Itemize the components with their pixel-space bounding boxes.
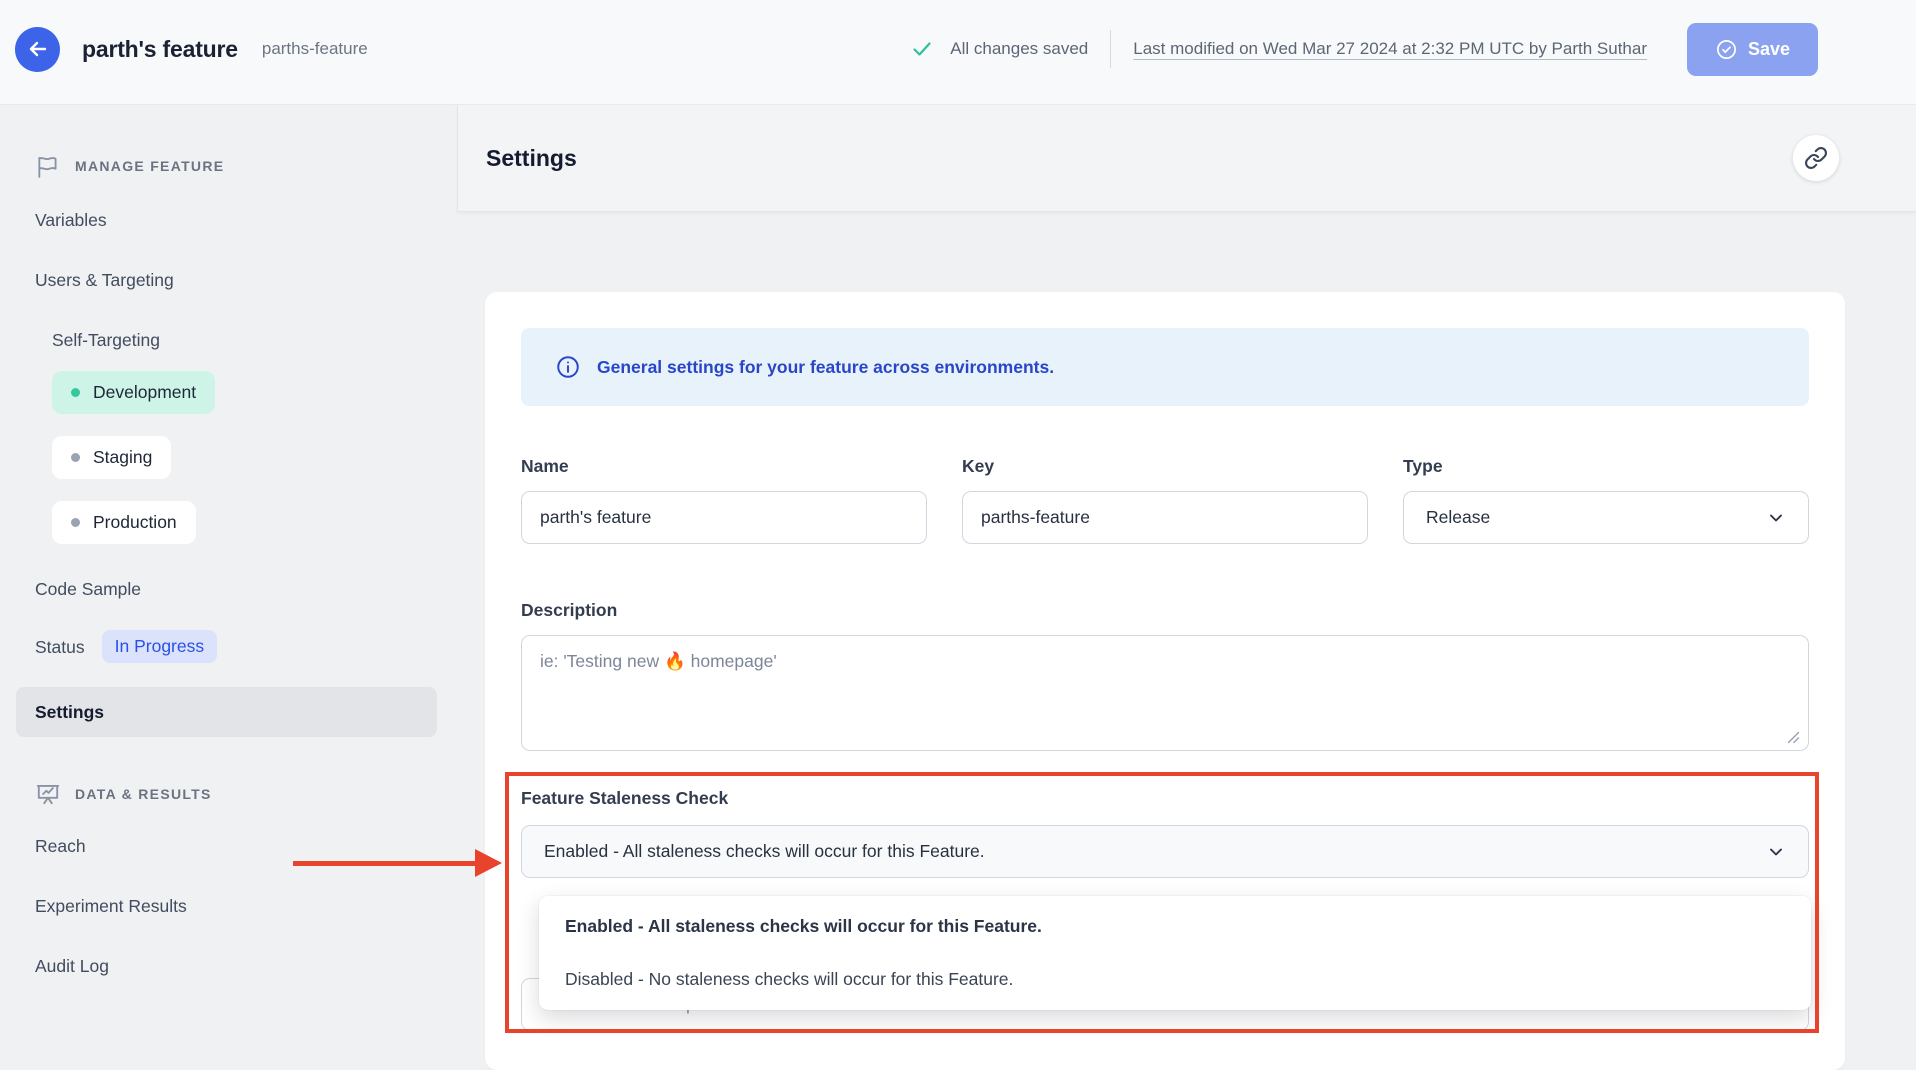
arrow-left-icon (26, 37, 50, 61)
env-dot-green (71, 388, 80, 397)
page-title: Settings (486, 145, 577, 172)
flag-icon (35, 153, 61, 179)
sidebar-item-variables[interactable]: Variables (35, 209, 437, 231)
feature-form-row: Name Key Type Release (521, 456, 1809, 544)
description-textarea[interactable] (521, 635, 1809, 751)
env-dot-gray (71, 518, 80, 527)
section-label: DATA & RESULTS (75, 786, 212, 802)
staleness-option-disabled[interactable]: Disabled - No staleness checks will occu… (539, 953, 1811, 1006)
info-banner: General settings for your feature across… (521, 328, 1809, 406)
feature-key: parths-feature (262, 39, 368, 59)
type-field: Type Release (1403, 456, 1809, 544)
save-button[interactable]: Save (1687, 23, 1818, 76)
env-pill-staging[interactable]: Staging (52, 436, 171, 479)
type-label: Type (1403, 456, 1809, 477)
type-select[interactable]: Release (1403, 491, 1809, 544)
staleness-select-value: Enabled - All staleness checks will occu… (544, 841, 985, 862)
info-icon (555, 354, 581, 380)
sidebar-item-users-targeting[interactable]: Users & Targeting (35, 269, 437, 291)
env-pill-development[interactable]: Development (52, 371, 215, 414)
description-label: Description (521, 600, 1809, 621)
description-field: Description (521, 600, 1809, 756)
copy-link-button[interactable] (1793, 135, 1839, 181)
sidebar-item-audit-log[interactable]: Audit Log (35, 955, 437, 977)
sidebar-item-settings[interactable]: Settings (16, 687, 437, 737)
presentation-chart-icon (35, 781, 61, 807)
check-icon (910, 37, 934, 61)
sidebar-item-code-sample[interactable]: Code Sample (35, 578, 437, 600)
env-label: Staging (93, 447, 152, 468)
name-label: Name (521, 456, 927, 477)
status-label: Status (35, 636, 85, 658)
sidebar-item-self-targeting[interactable]: Self-Targeting (35, 329, 437, 351)
key-input[interactable] (962, 491, 1368, 544)
environment-list: Development Staging Production (35, 351, 437, 544)
resize-handle-icon[interactable] (1787, 731, 1800, 744)
back-button[interactable] (15, 27, 60, 72)
staleness-option-enabled[interactable]: Enabled - All staleness checks will occu… (539, 900, 1811, 953)
staleness-section: Feature Staleness Check Enabled - All st… (521, 788, 1809, 1034)
staleness-options-menu: Enabled - All staleness checks will occu… (539, 896, 1811, 1010)
staleness-label: Feature Staleness Check (521, 788, 1809, 809)
key-label: Key (962, 456, 1368, 477)
sidebar-item-reach[interactable]: Reach (35, 835, 437, 857)
link-icon (1804, 146, 1828, 170)
env-label: Development (93, 382, 196, 403)
sidebar-item-status[interactable]: Status In Progress (35, 630, 437, 663)
info-banner-text: General settings for your feature across… (597, 357, 1054, 378)
status-badge: In Progress (102, 630, 217, 663)
circle-check-icon (1715, 38, 1738, 61)
key-field: Key (962, 456, 1368, 544)
chevron-down-icon (1766, 508, 1786, 528)
red-arrow-annotation (293, 861, 475, 866)
data-results-section: DATA & RESULTS (35, 783, 437, 805)
main-content: Settings General settings for your featu… (457, 105, 1916, 1070)
top-header: parth's feature parths-feature All chang… (0, 0, 1916, 105)
save-status: All changes saved (910, 37, 1088, 61)
header-divider (1110, 30, 1111, 68)
last-modified-link[interactable]: Last modified on Wed Mar 27 2024 at 2:32… (1133, 39, 1647, 59)
chevron-down-icon (1766, 842, 1786, 862)
save-button-label: Save (1748, 39, 1790, 60)
sidebar-item-experiment-results[interactable]: Experiment Results (35, 895, 437, 917)
name-field: Name (521, 456, 927, 544)
env-label: Production (93, 512, 177, 533)
manage-feature-section: MANAGE FEATURE (35, 155, 437, 177)
red-arrow-head (475, 849, 502, 877)
type-select-value: Release (1426, 507, 1490, 528)
env-dot-gray (71, 453, 80, 462)
settings-panel-header: Settings (457, 105, 1916, 212)
feature-title: parth's feature (82, 36, 238, 63)
settings-card: General settings for your feature across… (485, 292, 1845, 1070)
env-pill-production[interactable]: Production (52, 501, 196, 544)
save-status-text: All changes saved (950, 39, 1088, 59)
sidebar: MANAGE FEATURE Variables Users & Targeti… (0, 105, 457, 1070)
staleness-select[interactable]: Enabled - All staleness checks will occu… (521, 825, 1809, 878)
name-input[interactable] (521, 491, 927, 544)
section-label: MANAGE FEATURE (75, 158, 224, 174)
